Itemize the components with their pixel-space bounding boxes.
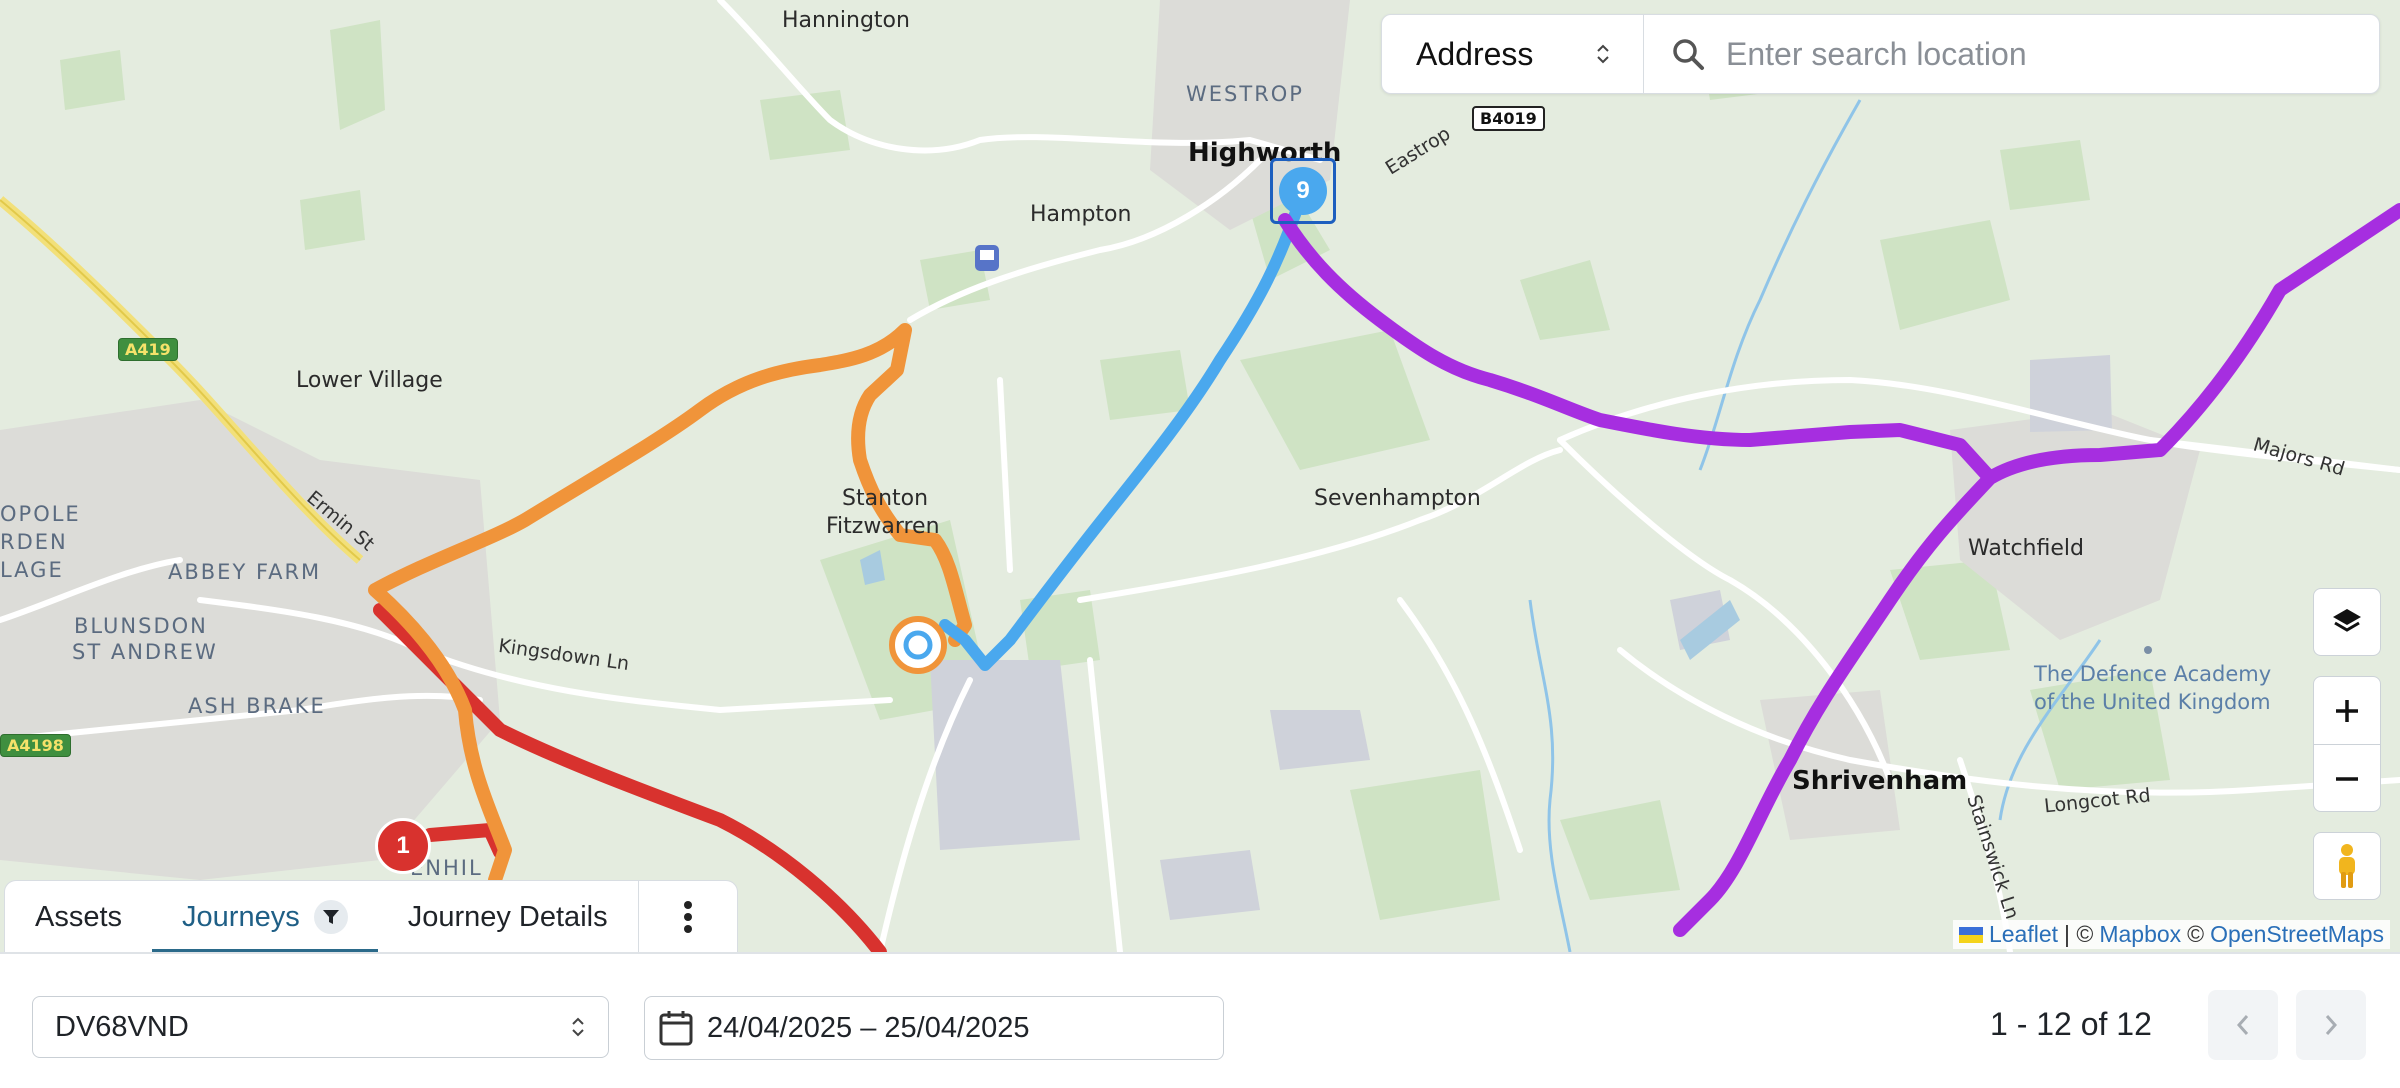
layers-button[interactable] [2313, 588, 2381, 656]
minus-icon [2336, 776, 2358, 781]
search-type-label: Address [1416, 35, 1534, 72]
place-label: ABBEY FARM [168, 560, 322, 584]
place-label: ASH BRAKE [188, 694, 326, 718]
updown-chevron-icon [572, 1017, 584, 1037]
place-label: of the United Kingdom [2034, 690, 2271, 714]
attribution-separator: | © [2064, 921, 2094, 947]
place-label: LAGE [0, 558, 64, 582]
place-label: WESTROP [1186, 82, 1304, 106]
tab-journey-details[interactable]: Journey Details [378, 881, 638, 952]
plus-icon [2336, 699, 2358, 722]
more-vertical-icon [683, 901, 692, 933]
map-attribution: Leaflet | © Mapbox © OpenStreetMaps [1952, 920, 2390, 949]
journey-target-marker[interactable] [889, 616, 947, 674]
location-search: Address [1381, 14, 2380, 94]
date-range-picker[interactable]: 24/04/2025 – 25/04/2025 [644, 996, 1224, 1060]
cluster-marker[interactable]: 9 [1279, 167, 1327, 215]
map-view[interactable]: Hannington WESTROP Highworth Hampton Low… [0, 0, 2400, 952]
osm-link[interactable]: OpenStreetMaps [2210, 921, 2384, 948]
tab-journeys[interactable]: Journeys [152, 881, 378, 952]
search-type-select[interactable]: Address [1382, 15, 1644, 93]
asset-select[interactable]: DV68VND [32, 996, 609, 1058]
place-label: BLUNSDON [74, 614, 208, 638]
place-label: Watchfield [1968, 536, 2084, 561]
tab-label: Journey Details [407, 900, 608, 933]
place-label: Stanton [842, 486, 929, 511]
tab-assets[interactable]: Assets [5, 881, 152, 952]
filter-icon [322, 910, 339, 924]
tab-label: Assets [35, 900, 123, 933]
place-label: Hampton [1030, 202, 1132, 227]
place-label: The Defence Academy [2034, 662, 2272, 686]
updown-chevron-icon [1597, 44, 1609, 64]
road-shield: A419 [118, 338, 178, 361]
search-input[interactable] [1724, 34, 2348, 74]
leaflet-link[interactable]: Leaflet [1989, 921, 2058, 948]
place-label: Hannington [782, 8, 910, 33]
zoom-control [2313, 676, 2381, 812]
layers-icon [2333, 609, 2361, 632]
attribution-separator: © [2187, 921, 2205, 947]
place-label: Fitzwarren [826, 514, 940, 539]
tab-label: Journeys [182, 900, 300, 933]
poi-dot-icon [2144, 646, 2152, 654]
journey-toolbar: DV68VND 24/04/2025 – 25/04/2025 1 - 12 o… [0, 952, 2400, 1088]
place-label: Lower Village [296, 368, 443, 393]
place-label: RDEN [0, 530, 68, 554]
chevron-right-icon [2325, 1015, 2338, 1035]
ukraine-flag-icon [1958, 926, 1983, 943]
place-label: Shrivenham [1792, 766, 1968, 796]
pagination-status: 1 - 12 of 12 [1990, 1006, 2152, 1042]
place-label: OPOLE [0, 502, 81, 526]
filter-badge[interactable] [313, 900, 348, 934]
prev-page-button[interactable] [2208, 990, 2278, 1060]
road-shield: A4198 [0, 734, 71, 757]
street-view-button[interactable] [2313, 832, 2381, 900]
calendar-icon [659, 1011, 693, 1046]
search-icon [1673, 39, 1704, 70]
more-options-button[interactable] [637, 881, 737, 952]
zoom-in-button[interactable] [2314, 677, 2380, 745]
road-shield: B4019 [1472, 106, 1545, 131]
asset-select-value: DV68VND [55, 1010, 189, 1043]
chevron-left-icon [2236, 1015, 2249, 1035]
date-range-value: 24/04/2025 – 25/04/2025 [707, 1011, 1030, 1044]
mapbox-link[interactable]: Mapbox [2099, 921, 2181, 948]
panel-tabs: Assets Journeys Journey Details [4, 880, 738, 952]
place-label: ST ANDREW [72, 640, 218, 664]
cluster-marker[interactable]: 1 [375, 818, 431, 874]
zoom-out-button[interactable] [2314, 745, 2380, 811]
place-label: Sevenhampton [1314, 486, 1481, 511]
pegman-icon [2339, 844, 2355, 888]
next-page-button[interactable] [2296, 990, 2366, 1060]
